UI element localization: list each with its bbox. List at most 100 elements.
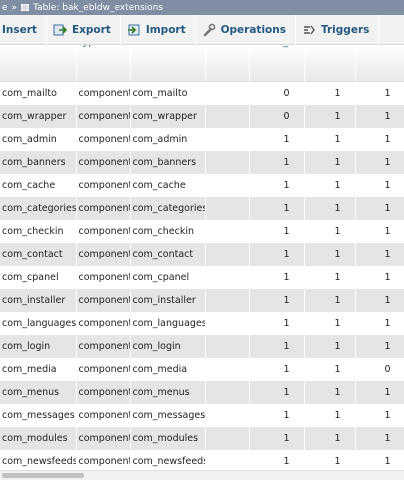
cell-type[interactable]: component: [76, 358, 131, 381]
cell-access[interactable]: 1: [355, 381, 404, 404]
cell-element[interactable]: com_installer: [130, 289, 206, 312]
cell-name[interactable]: com_categories: [0, 197, 77, 220]
column-header-folder[interactable]: folder: [205, 45, 250, 82]
cell-client-id[interactable]: 1: [249, 151, 305, 174]
table-row[interactable]: com_admin component com_admin 1 1 1: [0, 128, 404, 151]
cell-access[interactable]: 1: [355, 335, 404, 358]
cell-name[interactable]: com_contact: [0, 243, 77, 266]
cell-element[interactable]: com_contact: [130, 243, 206, 266]
cell-client-id[interactable]: 1: [249, 220, 305, 243]
cell-folder[interactable]: [205, 174, 250, 197]
cell-element[interactable]: com_cache: [130, 174, 206, 197]
cell-enabled[interactable]: 1: [304, 243, 356, 266]
cell-element[interactable]: com_mailto: [130, 81, 206, 105]
cell-access[interactable]: 1: [355, 404, 404, 427]
cell-element[interactable]: com_modules: [130, 427, 206, 450]
column-header-access[interactable]: access: [355, 45, 404, 82]
cell-folder[interactable]: [205, 381, 250, 404]
cell-type[interactable]: component: [76, 312, 131, 335]
cell-element[interactable]: com_categories: [130, 197, 206, 220]
table-row[interactable]: com_login component com_login 1 1 1: [0, 335, 404, 358]
cell-type[interactable]: component: [76, 105, 131, 128]
cell-enabled[interactable]: 1: [304, 427, 356, 450]
cell-folder[interactable]: [205, 289, 250, 312]
table-row[interactable]: com_contact component com_contact 1 1 1: [0, 243, 404, 266]
cell-access[interactable]: 1: [355, 151, 404, 174]
column-header-enabled[interactable]: enabled: [304, 45, 356, 82]
cell-name[interactable]: com_languages: [0, 312, 77, 335]
cell-name[interactable]: com_mailto: [0, 81, 77, 105]
cell-access[interactable]: 1: [355, 174, 404, 197]
tab-insert[interactable]: Insert: [0, 14, 47, 45]
cell-name[interactable]: com_wrapper: [0, 105, 77, 128]
cell-client-id[interactable]: 0: [249, 81, 305, 105]
cell-access[interactable]: 1: [355, 427, 404, 450]
table-row[interactable]: com_categories component com_categories 1 1 1: [0, 197, 404, 220]
tab-operations[interactable]: Operations: [196, 14, 296, 45]
breadcrumb-table[interactable]: Table: bak_ebldw_extensions: [33, 3, 163, 13]
cell-name[interactable]: com_cpanel: [0, 266, 77, 289]
cell-type[interactable]: component: [76, 197, 131, 220]
table-row[interactable]: com_installer component com_installer 1 1 1: [0, 289, 404, 312]
cell-client-id[interactable]: 1: [249, 266, 305, 289]
cell-client-id[interactable]: 1: [249, 243, 305, 266]
cell-type[interactable]: component: [76, 404, 131, 427]
cell-type[interactable]: component: [76, 335, 131, 358]
cell-access[interactable]: 1: [355, 266, 404, 289]
breadcrumb-prefix[interactable]: e: [2, 3, 8, 13]
table-row[interactable]: com_languages component com_languages 1 1 1: [0, 312, 404, 335]
cell-type[interactable]: component: [76, 266, 131, 289]
cell-type[interactable]: component: [76, 381, 131, 404]
cell-client-id[interactable]: 1: [249, 289, 305, 312]
table-row[interactable]: com_menus component com_menus 1 1 1: [0, 381, 404, 404]
cell-enabled[interactable]: 1: [304, 174, 356, 197]
cell-client-id[interactable]: 1: [249, 404, 305, 427]
cell-access[interactable]: 1: [355, 243, 404, 266]
cell-client-id[interactable]: 1: [249, 174, 305, 197]
tab-triggers[interactable]: Triggers: [296, 14, 380, 45]
cell-enabled[interactable]: 1: [304, 381, 356, 404]
cell-name[interactable]: com_banners: [0, 151, 77, 174]
cell-client-id[interactable]: 1: [249, 335, 305, 358]
cell-access[interactable]: 1: [355, 220, 404, 243]
table-row[interactable]: com_mailto component com_mailto 0 1 1: [0, 81, 404, 105]
tab-import[interactable]: Import: [121, 14, 196, 45]
cell-access[interactable]: 1: [355, 81, 404, 105]
horizontal-scrollbar[interactable]: [0, 470, 404, 480]
cell-folder[interactable]: [205, 335, 250, 358]
cell-type[interactable]: component: [76, 151, 131, 174]
cell-element[interactable]: com_banners: [130, 151, 206, 174]
cell-access[interactable]: 1: [355, 312, 404, 335]
table-row[interactable]: com_media component com_media 1 1 0: [0, 358, 404, 381]
cell-folder[interactable]: [205, 128, 250, 151]
cell-enabled[interactable]: 1: [304, 105, 356, 128]
cell-enabled[interactable]: 1: [304, 358, 356, 381]
cell-enabled[interactable]: 1: [304, 81, 356, 105]
column-header-element[interactable]: element: [130, 45, 206, 82]
cell-client-id[interactable]: 1: [249, 358, 305, 381]
cell-client-id[interactable]: 1: [249, 197, 305, 220]
cell-element[interactable]: com_languages: [130, 312, 206, 335]
scrollbar-thumb[interactable]: [2, 473, 84, 478]
table-row[interactable]: com_wrapper component com_wrapper 0 1 1: [0, 105, 404, 128]
table-row[interactable]: com_cache component com_cache 1 1 1: [0, 174, 404, 197]
cell-type[interactable]: component: [76, 81, 131, 105]
cell-element[interactable]: com_menus: [130, 381, 206, 404]
cell-name[interactable]: com_checkin: [0, 220, 77, 243]
cell-enabled[interactable]: 1: [304, 128, 356, 151]
column-header-name[interactable]: name: [0, 45, 77, 82]
cell-name[interactable]: com_installer: [0, 289, 77, 312]
cell-folder[interactable]: [205, 243, 250, 266]
cell-client-id[interactable]: 0: [249, 105, 305, 128]
cell-name[interactable]: com_media: [0, 358, 77, 381]
column-header-type[interactable]: type: [76, 45, 131, 82]
cell-client-id[interactable]: 1: [249, 312, 305, 335]
cell-element[interactable]: com_media: [130, 358, 206, 381]
cell-type[interactable]: component: [76, 243, 131, 266]
cell-name[interactable]: com_messages: [0, 404, 77, 427]
cell-folder[interactable]: [205, 220, 250, 243]
cell-element[interactable]: com_wrapper: [130, 105, 206, 128]
tab-export[interactable]: Export: [47, 14, 121, 45]
table-row[interactable]: com_checkin component com_checkin 1 1 1: [0, 220, 404, 243]
cell-access[interactable]: 1: [355, 105, 404, 128]
